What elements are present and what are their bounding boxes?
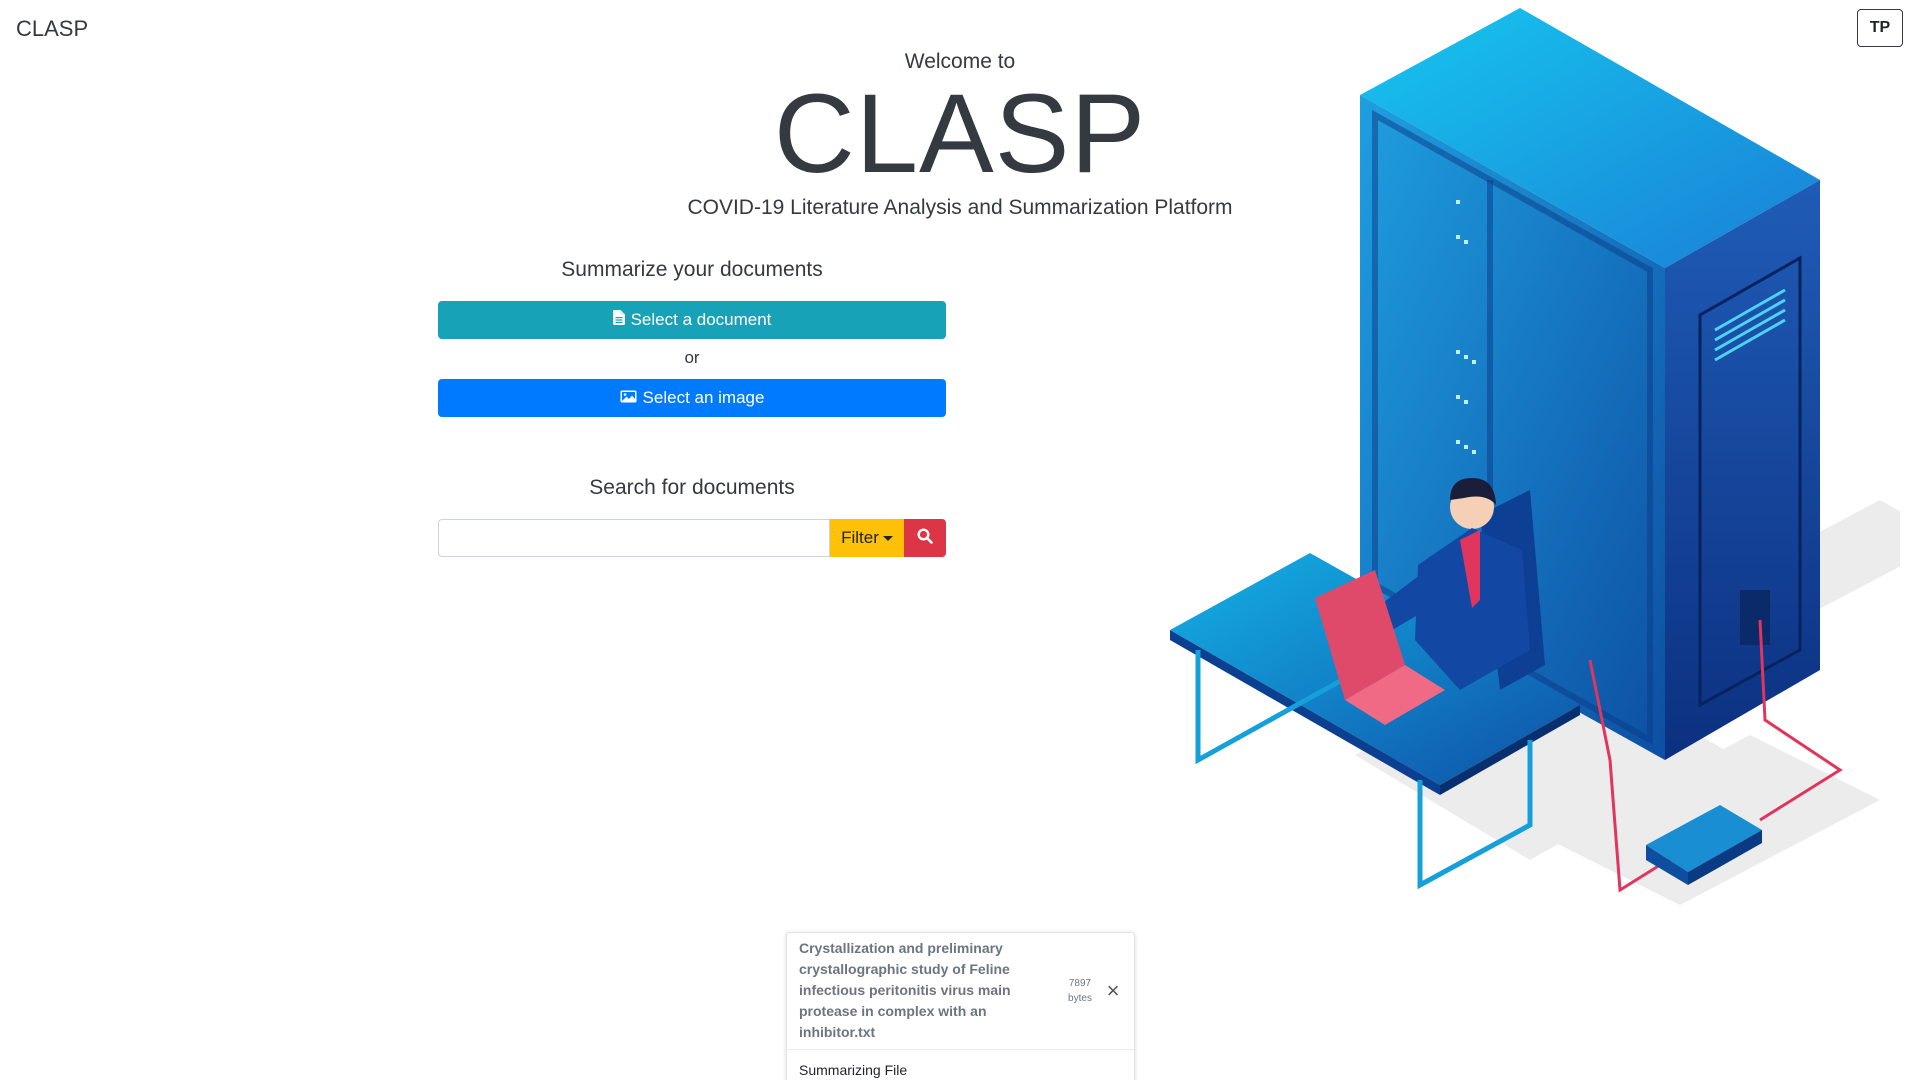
search-heading: Search for documents	[589, 476, 795, 499]
file-size: 7897 bytes	[1064, 976, 1096, 1006]
select-image-label: Select an image	[642, 388, 765, 407]
uploaded-file-name: Crystallization and preliminary crystall…	[799, 940, 1011, 1040]
search-input[interactable]	[438, 519, 830, 557]
or-separator: or	[684, 348, 700, 367]
toast-status: Summarizing File	[799, 1062, 908, 1078]
search-bar: Filter	[438, 519, 946, 557]
file-size-unit: bytes	[1068, 992, 1092, 1004]
search-icon	[917, 527, 933, 549]
toast-header: Crystallization and preliminary crystall…	[787, 933, 1134, 1050]
server-illustration	[1170, 8, 1900, 905]
filter-dropdown-button[interactable]: Filter	[830, 519, 904, 557]
file-icon	[612, 310, 625, 330]
filter-label: Filter	[841, 528, 879, 547]
search-button[interactable]	[904, 519, 946, 557]
select-image-button[interactable]: Select an image	[438, 379, 946, 417]
close-icon[interactable]: ×	[1104, 978, 1122, 1004]
caret-down-icon	[882, 535, 893, 541]
summarize-heading: Summarize your documents	[561, 258, 823, 281]
image-icon	[620, 388, 637, 408]
select-document-label: Select a document	[630, 310, 772, 329]
brand-logo[interactable]: CLASP	[16, 16, 88, 42]
file-size-value: 7897	[1068, 977, 1092, 989]
upload-toast: Crystallization and preliminary crystall…	[786, 932, 1135, 1080]
select-document-button[interactable]: Select a document	[438, 301, 946, 339]
